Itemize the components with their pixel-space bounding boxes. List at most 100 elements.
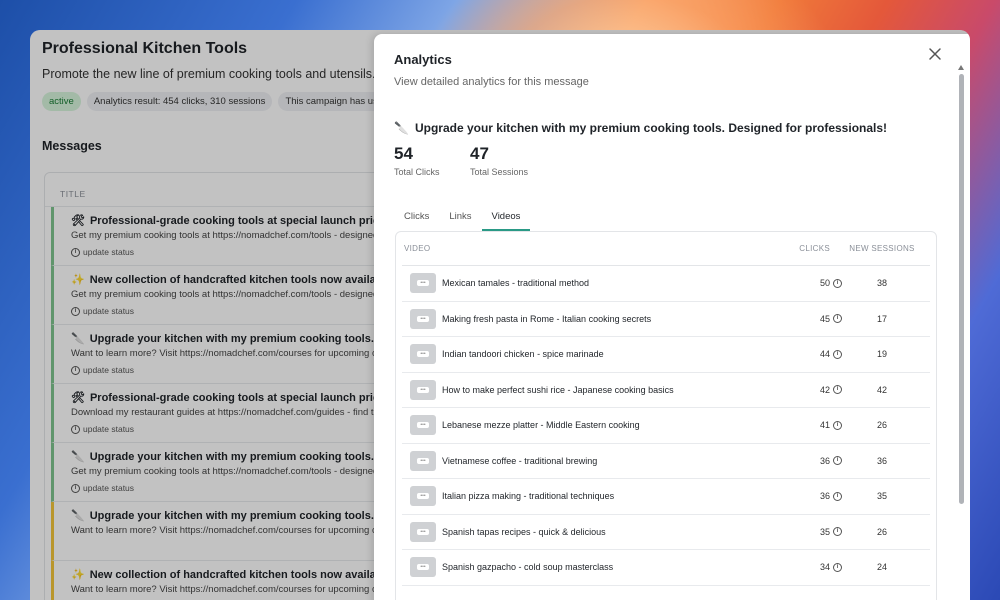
videos-rows: ••• Mexican tamales - traditional method 5… xyxy=(396,266,936,586)
clicks-value: 50 xyxy=(819,278,830,289)
video-cell: ••• Making fresh pasta in Rome - Italian … xyxy=(402,308,782,329)
new-sessions-value: 24 xyxy=(876,562,887,573)
video-thumbnail: ••• xyxy=(410,308,436,329)
clicks-cell: 45 i xyxy=(782,314,842,324)
video-cell: ••• Spanish tapas recipes - quick & delic… xyxy=(402,521,782,542)
info-icon[interactable]: i xyxy=(833,562,842,572)
message-heading: 🔪 Upgrade your kitchen with my premium c… xyxy=(394,121,887,135)
panel-title: Analytics xyxy=(394,52,452,67)
clicks-cell: 44 i xyxy=(782,349,842,359)
info-icon[interactable]: i xyxy=(833,527,842,537)
table-row[interactable]: ••• Italian pizza making - traditional te… xyxy=(402,479,930,515)
videos-table: VIDEO CLICKS NEW SESSIONS ••• Mexican tam… xyxy=(395,231,937,600)
total-clicks-value: 54 xyxy=(394,144,413,163)
total-clicks-label: Total Clicks xyxy=(394,167,440,177)
clicks-cell: 50 i xyxy=(782,278,842,288)
clicks-value: 45 xyxy=(819,313,830,324)
video-cell: ••• How to make perfect sushi rice - Japa… xyxy=(402,379,782,400)
new-sessions-value: 38 xyxy=(876,278,887,289)
info-icon[interactable]: i xyxy=(833,314,842,324)
ellipsis-icon: ••• xyxy=(417,457,429,464)
clicks-cell: 34 i xyxy=(782,562,842,572)
info-icon[interactable]: i xyxy=(833,491,842,501)
info-icon[interactable]: i xyxy=(833,349,842,359)
clicks-value: 44 xyxy=(819,349,830,360)
table-row[interactable]: ••• Vietnamese coffee - traditional brewi… xyxy=(402,444,930,479)
column-video: VIDEO xyxy=(404,244,431,253)
new-sessions-value: 26 xyxy=(876,420,887,431)
table-row[interactable]: ••• Mexican tamales - traditional method 5… xyxy=(402,266,930,302)
panel-subtitle: View detailed analytics for this message xyxy=(394,76,589,88)
video-title: Italian pizza making - traditional techn… xyxy=(442,491,615,502)
new-sessions-value: 19 xyxy=(876,349,887,360)
new-sessions-value: 26 xyxy=(876,526,887,537)
ellipsis-icon: ••• xyxy=(417,564,429,571)
message-text: Upgrade your kitchen with my premium coo… xyxy=(414,121,888,135)
table-row[interactable]: ••• How to make perfect sushi rice - Japa… xyxy=(402,373,930,408)
video-title: How to make perfect sushi rice - Japanes… xyxy=(442,384,674,395)
table-row[interactable]: ••• Spanish tapas recipes - quick & delic… xyxy=(402,515,930,550)
clicks-value: 34 xyxy=(819,562,830,573)
knife-icon: 🔪 xyxy=(394,121,409,135)
video-cell: ••• Vietnamese coffee - traditional brewi… xyxy=(402,450,782,471)
video-cell: ••• Italian pizza making - traditional te… xyxy=(402,486,782,507)
app-window: Professional Kitchen Tools Promote the n… xyxy=(30,30,970,600)
video-title: Indian tandoori chicken - spice marinade xyxy=(442,349,604,360)
video-title: Lebanese mezze platter - Middle Eastern … xyxy=(442,420,640,431)
panel-scrollbar[interactable] xyxy=(959,74,964,504)
table-row[interactable]: ••• Indian tandoori chicken - spice marin… xyxy=(402,337,930,373)
clicks-value: 41 xyxy=(819,420,830,431)
analytics-panel: Analytics View detailed analytics for th… xyxy=(374,34,970,600)
video-title: Making fresh pasta in Rome - Italian coo… xyxy=(442,313,652,324)
ellipsis-icon: ••• xyxy=(417,422,429,429)
tab-links[interactable]: Links xyxy=(439,205,481,231)
video-thumbnail: ••• xyxy=(410,486,436,507)
total-clicks-stat: 54 Total Clicks xyxy=(394,144,440,177)
video-thumbnail: ••• xyxy=(410,521,436,542)
table-row[interactable]: ••• Lebanese mezze platter - Middle Easte… xyxy=(402,408,930,444)
close-button[interactable] xyxy=(927,46,943,62)
new-sessions-value: 17 xyxy=(876,313,887,324)
video-thumbnail: ••• xyxy=(410,450,436,471)
analytics-tabs: Clicks Links Videos xyxy=(394,205,531,231)
ellipsis-icon: ••• xyxy=(417,351,429,358)
table-row[interactable]: ••• Spanish gazpacho - cold soup mastercl… xyxy=(402,550,930,586)
video-thumbnail: ••• xyxy=(410,557,436,578)
clicks-cell: 42 i xyxy=(782,385,842,395)
clicks-cell: 41 i xyxy=(782,420,842,430)
info-icon[interactable]: i xyxy=(833,278,842,288)
video-title: Spanish tapas recipes - quick & deliciou… xyxy=(442,526,606,537)
info-icon[interactable]: i xyxy=(833,385,842,395)
tab-videos[interactable]: Videos xyxy=(481,205,531,231)
ellipsis-icon: ••• xyxy=(417,528,429,535)
table-row[interactable]: ••• Making fresh pasta in Rome - Italian … xyxy=(402,302,930,337)
clicks-value: 36 xyxy=(819,455,830,466)
total-sessions-label: Total Sessions xyxy=(470,167,529,177)
total-sessions-stat: 47 Total Sessions xyxy=(470,144,528,177)
video-cell: ••• Mexican tamales - traditional method xyxy=(402,273,782,294)
column-new-sessions: NEW SESSIONS xyxy=(849,244,915,253)
video-title: Spanish gazpacho - cold soup masterclass xyxy=(442,562,614,573)
close-icon xyxy=(929,48,941,60)
new-sessions-value: 35 xyxy=(876,491,887,502)
clicks-value: 42 xyxy=(819,384,830,395)
videos-table-header: VIDEO CLICKS NEW SESSIONS xyxy=(402,232,930,266)
clicks-value: 35 xyxy=(819,526,830,537)
video-thumbnail: ••• xyxy=(410,273,436,294)
video-title: Mexican tamales - traditional method xyxy=(442,278,590,289)
clicks-value: 36 xyxy=(819,491,830,502)
video-cell: ••• Spanish gazpacho - cold soup mastercl… xyxy=(402,557,782,578)
ellipsis-icon: ••• xyxy=(417,386,429,393)
clicks-cell: 36 i xyxy=(782,456,842,466)
scroll-up-arrow-icon[interactable] xyxy=(958,65,964,70)
new-sessions-value: 36 xyxy=(876,455,887,466)
info-icon[interactable]: i xyxy=(833,420,842,430)
info-icon[interactable]: i xyxy=(833,456,842,466)
video-cell: ••• Indian tandoori chicken - spice marin… xyxy=(402,344,782,365)
video-cell: ••• Lebanese mezze platter - Middle Easte… xyxy=(402,415,782,436)
tab-clicks[interactable]: Clicks xyxy=(394,205,439,231)
total-sessions-value: 47 xyxy=(470,144,489,163)
clicks-cell: 35 i xyxy=(782,527,842,537)
video-thumbnail: ••• xyxy=(410,344,436,365)
ellipsis-icon: ••• xyxy=(417,280,429,287)
